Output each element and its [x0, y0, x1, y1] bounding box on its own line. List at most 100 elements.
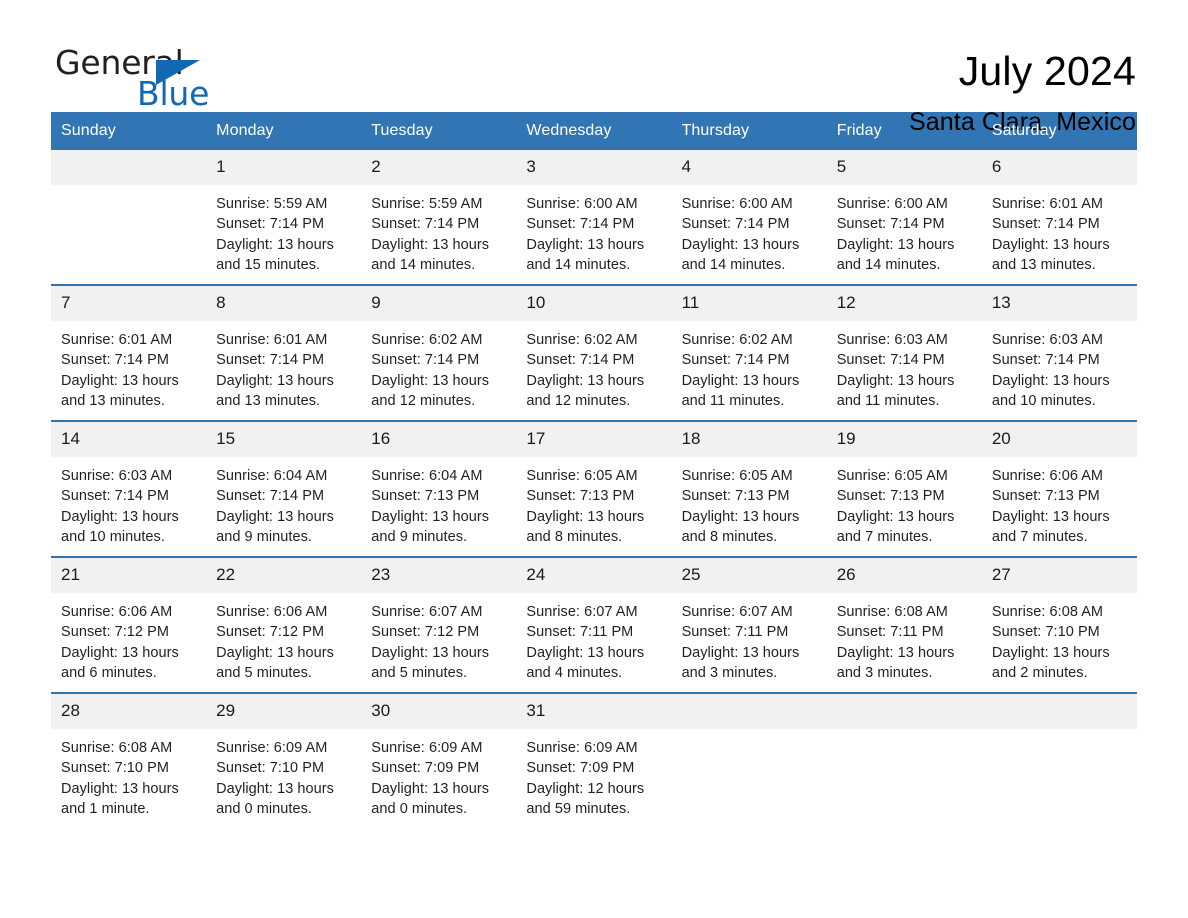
day-sun-info: Sunrise: 6:05 AM Sunset: 7:13 PM Dayligh… [681, 468, 800, 545]
day-cell-content: 22 Sunrise: 6:06 AM Sunset: 7:12 PM Dayli… [206, 558, 362, 692]
calendar-day-cell[interactable]: 6 Sunrise: 6:01 AM Sunset: 7:14 PM Daylig… [981, 150, 1137, 285]
calendar-day-cell[interactable]: 25 Sunrise: 6:07 AM Sunset: 7:11 PM Dayli… [671, 556, 827, 693]
day-number: 3 [516, 150, 672, 185]
general-blue-logo[interactable]: General Blue [55, 44, 255, 114]
calendar-day-cell[interactable]: 7 Sunrise: 6:01 AM Sunset: 7:14 PM Daylig… [51, 284, 207, 421]
calendar-week-row: 14 Sunrise: 6:03 AM Sunset: 7:14 PM Dayli… [51, 420, 1137, 557]
day-sun-info: Sunrise: 6:06 AM Sunset: 7:13 PM Dayligh… [991, 468, 1110, 545]
calendar-day-cell[interactable]: 13 Sunrise: 6:03 AM Sunset: 7:14 PM Dayli… [981, 284, 1137, 421]
day-cell-content: 17 Sunrise: 6:05 AM Sunset: 7:13 PM Dayli… [516, 422, 672, 556]
page-header: General Blue July 2024 Santa Clara, Mexi… [0, 0, 1188, 137]
day-sun-info: Sunrise: 6:02 AM Sunset: 7:14 PM Dayligh… [681, 332, 800, 409]
calendar-day-cell[interactable]: 29 Sunrise: 6:09 AM Sunset: 7:10 PM Dayli… [206, 692, 362, 828]
day-number: 19 [826, 422, 982, 457]
calendar-day-cell[interactable]: 5 Sunrise: 6:00 AM Sunset: 7:14 PM Daylig… [826, 150, 982, 285]
day-cell-content: 23 Sunrise: 6:07 AM Sunset: 7:12 PM Dayli… [361, 558, 517, 692]
calendar-day-cell[interactable]: 18 Sunrise: 6:05 AM Sunset: 7:13 PM Dayli… [671, 420, 827, 557]
day-cell-content: 12 Sunrise: 6:03 AM Sunset: 7:14 PM Dayli… [826, 286, 982, 420]
day-number: 9 [361, 286, 517, 321]
day-sun-info: Sunrise: 6:05 AM Sunset: 7:13 PM Dayligh… [836, 468, 955, 545]
day-cell-content [671, 694, 827, 828]
calendar-day-cell[interactable]: 23 Sunrise: 6:07 AM Sunset: 7:12 PM Dayli… [361, 556, 517, 693]
day-sun-info: Sunrise: 6:08 AM Sunset: 7:10 PM Dayligh… [991, 604, 1110, 681]
calendar-day-cell [51, 150, 207, 285]
calendar-page: General Blue July 2024 Santa Clara, Mexi… [0, 0, 1188, 918]
calendar-day-cell[interactable]: 11 Sunrise: 6:02 AM Sunset: 7:14 PM Dayli… [671, 284, 827, 421]
day-cell-content: 8 Sunrise: 6:01 AM Sunset: 7:14 PM Daylig… [206, 286, 362, 420]
day-number: 1 [206, 150, 362, 185]
day-sun-info [51, 185, 206, 194]
calendar-day-cell[interactable]: 20 Sunrise: 6:06 AM Sunset: 7:13 PM Dayli… [981, 420, 1137, 557]
day-sun-info: Sunrise: 6:00 AM Sunset: 7:14 PM Dayligh… [836, 196, 955, 273]
calendar-day-cell[interactable]: 3 Sunrise: 6:00 AM Sunset: 7:14 PM Daylig… [516, 150, 672, 285]
calendar-day-cell[interactable]: 31 Sunrise: 6:09 AM Sunset: 7:09 PM Dayli… [516, 692, 672, 828]
calendar-day-cell[interactable]: 9 Sunrise: 6:02 AM Sunset: 7:14 PM Daylig… [361, 284, 517, 421]
day-cell-content: 28 Sunrise: 6:08 AM Sunset: 7:10 PM Dayli… [51, 694, 207, 828]
calendar-day-cell[interactable]: 27 Sunrise: 6:08 AM Sunset: 7:10 PM Dayli… [981, 556, 1137, 693]
day-sun-info: Sunrise: 6:07 AM Sunset: 7:11 PM Dayligh… [526, 604, 645, 681]
calendar-week-row: 28 Sunrise: 6:08 AM Sunset: 7:10 PM Dayli… [51, 692, 1137, 828]
calendar-day-cell[interactable]: 12 Sunrise: 6:03 AM Sunset: 7:14 PM Dayli… [826, 284, 982, 421]
day-number: 18 [671, 422, 827, 457]
calendar-day-cell[interactable]: 2 Sunrise: 5:59 AM Sunset: 7:14 PM Daylig… [361, 150, 517, 285]
calendar-day-cell[interactable]: 30 Sunrise: 6:09 AM Sunset: 7:09 PM Dayli… [361, 692, 517, 828]
day-sun-info: Sunrise: 6:01 AM Sunset: 7:14 PM Dayligh… [61, 332, 179, 409]
day-cell-content: 21 Sunrise: 6:06 AM Sunset: 7:12 PM Dayli… [51, 558, 207, 692]
day-number: 15 [206, 422, 362, 457]
day-number: 24 [516, 558, 672, 593]
day-number: 27 [981, 558, 1137, 593]
day-cell-content: 6 Sunrise: 6:01 AM Sunset: 7:14 PM Daylig… [981, 150, 1137, 284]
day-cell-content: 14 Sunrise: 6:03 AM Sunset: 7:14 PM Dayli… [51, 422, 207, 556]
day-number: 7 [51, 286, 207, 321]
calendar-day-cell[interactable]: 4 Sunrise: 6:00 AM Sunset: 7:14 PM Daylig… [671, 150, 827, 285]
day-number: 2 [361, 150, 517, 185]
calendar-day-cell[interactable]: 26 Sunrise: 6:08 AM Sunset: 7:11 PM Dayli… [826, 556, 982, 693]
calendar-day-cell[interactable]: 21 Sunrise: 6:06 AM Sunset: 7:12 PM Dayli… [51, 556, 207, 693]
calendar-day-cell[interactable]: 17 Sunrise: 6:05 AM Sunset: 7:13 PM Dayli… [516, 420, 672, 557]
weekday-header-wednesday: Wednesday [516, 112, 672, 150]
calendar-day-cell[interactable]: 28 Sunrise: 6:08 AM Sunset: 7:10 PM Dayli… [51, 692, 207, 828]
day-cell-content: 4 Sunrise: 6:00 AM Sunset: 7:14 PM Daylig… [671, 150, 827, 284]
calendar-day-cell[interactable]: 14 Sunrise: 6:03 AM Sunset: 7:14 PM Dayli… [51, 420, 207, 557]
calendar-day-cell[interactable]: 19 Sunrise: 6:05 AM Sunset: 7:13 PM Dayli… [826, 420, 982, 557]
day-cell-content: 26 Sunrise: 6:08 AM Sunset: 7:11 PM Dayli… [826, 558, 982, 692]
day-cell-content: 10 Sunrise: 6:02 AM Sunset: 7:14 PM Dayli… [516, 286, 672, 420]
day-cell-content: 20 Sunrise: 6:06 AM Sunset: 7:13 PM Dayli… [981, 422, 1137, 556]
day-cell-content: 19 Sunrise: 6:05 AM Sunset: 7:13 PM Dayli… [826, 422, 982, 556]
calendar-table: Sunday Monday Tuesday Wednesday Thursday… [51, 112, 1137, 828]
day-sun-info: Sunrise: 6:00 AM Sunset: 7:14 PM Dayligh… [526, 196, 645, 273]
weekday-header-monday: Monday [206, 112, 362, 150]
calendar-day-cell[interactable]: 8 Sunrise: 6:01 AM Sunset: 7:14 PM Daylig… [206, 284, 362, 421]
day-number: 26 [826, 558, 982, 593]
day-cell-content: 24 Sunrise: 6:07 AM Sunset: 7:11 PM Dayli… [516, 558, 672, 692]
day-number: 13 [981, 286, 1137, 321]
calendar-day-cell[interactable]: 16 Sunrise: 6:04 AM Sunset: 7:13 PM Dayli… [361, 420, 517, 557]
day-number: 28 [51, 694, 207, 729]
day-sun-info: Sunrise: 6:04 AM Sunset: 7:13 PM Dayligh… [371, 468, 490, 545]
calendar-day-cell[interactable]: 22 Sunrise: 6:06 AM Sunset: 7:12 PM Dayli… [206, 556, 362, 693]
day-number: 5 [826, 150, 982, 185]
day-cell-content: 25 Sunrise: 6:07 AM Sunset: 7:11 PM Dayli… [671, 558, 827, 692]
day-sun-info: Sunrise: 6:01 AM Sunset: 7:14 PM Dayligh… [216, 332, 334, 409]
day-sun-info: Sunrise: 6:07 AM Sunset: 7:11 PM Dayligh… [681, 604, 800, 681]
calendar-day-cell[interactable]: 15 Sunrise: 6:04 AM Sunset: 7:14 PM Dayli… [206, 420, 362, 557]
day-number [51, 150, 207, 185]
calendar-day-cell[interactable]: 10 Sunrise: 6:02 AM Sunset: 7:14 PM Dayli… [516, 284, 672, 421]
day-sun-info: Sunrise: 6:09 AM Sunset: 7:09 PM Dayligh… [526, 740, 645, 817]
calendar-day-cell[interactable]: 1 Sunrise: 5:59 AM Sunset: 7:14 PM Daylig… [206, 150, 362, 285]
day-cell-content [51, 150, 207, 284]
day-cell-content: 29 Sunrise: 6:09 AM Sunset: 7:10 PM Dayli… [206, 694, 362, 828]
day-sun-info: Sunrise: 6:09 AM Sunset: 7:10 PM Dayligh… [216, 740, 334, 817]
calendar-day-cell [826, 692, 982, 828]
day-sun-info: Sunrise: 6:02 AM Sunset: 7:14 PM Dayligh… [371, 332, 490, 409]
logo-word-blue: Blue [137, 74, 210, 113]
day-number: 30 [361, 694, 517, 729]
calendar-day-cell[interactable]: 24 Sunrise: 6:07 AM Sunset: 7:11 PM Dayli… [516, 556, 672, 693]
day-number: 11 [671, 286, 827, 321]
day-number: 10 [516, 286, 672, 321]
day-cell-content: 31 Sunrise: 6:09 AM Sunset: 7:09 PM Dayli… [516, 694, 672, 828]
day-cell-content: 9 Sunrise: 6:02 AM Sunset: 7:14 PM Daylig… [361, 286, 517, 420]
day-sun-info: Sunrise: 6:08 AM Sunset: 7:11 PM Dayligh… [836, 604, 955, 681]
day-number: 23 [361, 558, 517, 593]
day-number: 4 [671, 150, 827, 185]
